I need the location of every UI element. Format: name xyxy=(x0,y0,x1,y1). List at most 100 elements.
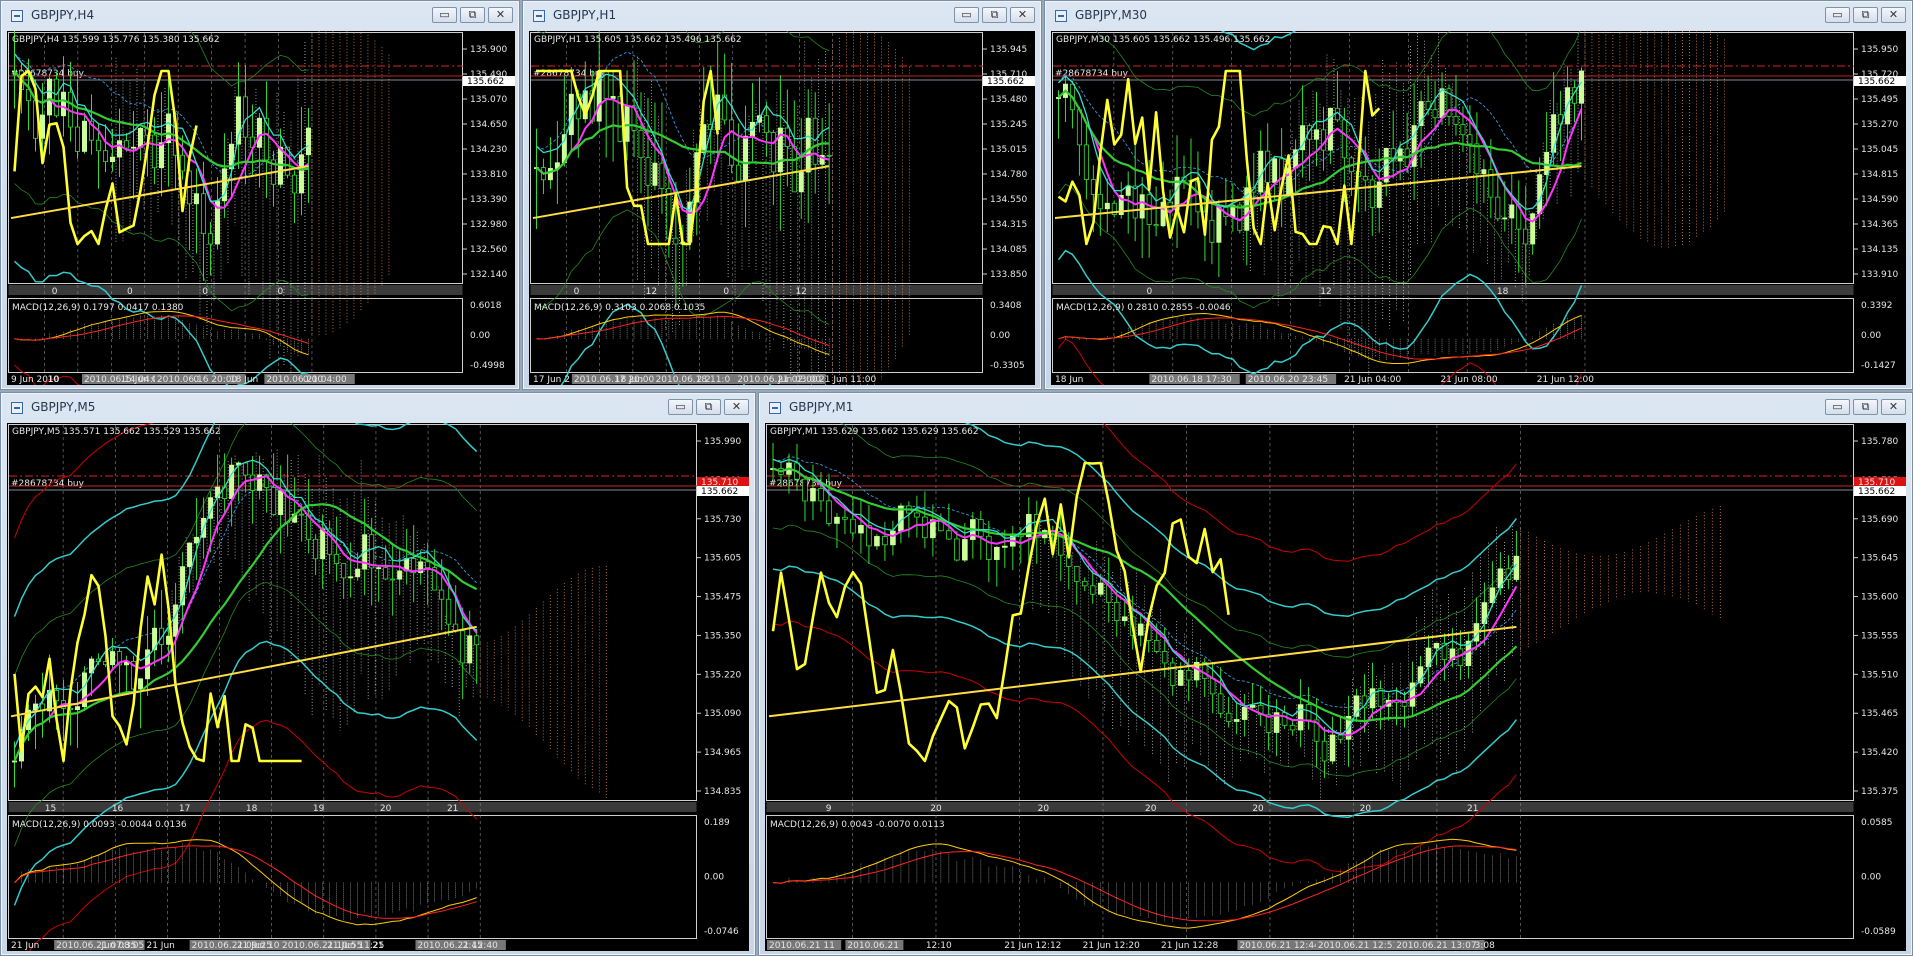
time-axis-label: 3:08 xyxy=(1475,941,1495,951)
candle-body xyxy=(60,91,66,117)
chart-area[interactable]: 135.950 135.720 135.495 135.270 135.045 134.8… xyxy=(1051,31,1906,385)
title-bar[interactable]: GBPJPY,M5 ▭ ⧉ ✕ xyxy=(1,393,755,423)
candle-body xyxy=(348,576,354,579)
candle-body xyxy=(243,462,249,476)
candle-body xyxy=(1169,662,1176,686)
candle-body xyxy=(1137,623,1144,636)
candle-body xyxy=(568,93,574,136)
candle-body xyxy=(826,154,832,157)
candle-body xyxy=(1460,124,1466,136)
candle-body xyxy=(1474,143,1480,175)
price-tick-label: 134.780 xyxy=(990,170,1027,180)
chart-window-m30[interactable]: GBPJPY,M30 ▭ ⧉ ✕ 135.950 135.720 135.495 13… xyxy=(1044,0,1913,390)
chart-area[interactable]: 135.780135.735135.690135.645135.600135.5… xyxy=(765,423,1906,951)
candle-body xyxy=(1321,740,1328,762)
candle-body xyxy=(802,478,808,502)
date-tick-label: 9 xyxy=(826,804,832,814)
price-tick-label: 135.070 xyxy=(470,95,507,105)
price-tick-label: 135.950 xyxy=(1861,45,1898,55)
time-axis-label: 2010.06.21 12:40 xyxy=(417,941,498,951)
date-tick-label: 20 xyxy=(930,804,942,814)
candle-body xyxy=(278,490,284,516)
candle-body xyxy=(390,578,396,581)
price-tick-label: 134.590 xyxy=(1861,195,1898,205)
minimize-button[interactable]: ▭ xyxy=(432,7,457,23)
title-bar[interactable]: GBPJPY,H1 ▭ ⧉ ✕ xyxy=(523,1,1041,31)
close-button[interactable]: ✕ xyxy=(1881,7,1906,23)
candle-body xyxy=(341,563,347,579)
close-button[interactable]: ✕ xyxy=(1010,7,1035,23)
macd-label: MACD(12,26,9) 0.3103 0.2068 0.1035 xyxy=(534,303,705,313)
restore-button[interactable]: ⧉ xyxy=(1853,399,1878,415)
restore-button[interactable]: ⧉ xyxy=(696,399,721,415)
candle-body xyxy=(1104,202,1110,210)
chart-area[interactable]: 135.990135.860135.730135.605135.475135.3… xyxy=(7,423,749,951)
minimize-button[interactable]: ▭ xyxy=(1825,399,1850,415)
macd-tick-label: -0.1427 xyxy=(1861,361,1896,371)
candle-body xyxy=(320,528,326,560)
time-axis-label: 0:00 xyxy=(303,375,323,385)
trend-line xyxy=(532,165,830,220)
candle-body xyxy=(116,140,122,158)
candle-body xyxy=(242,96,248,138)
candle-body xyxy=(652,162,658,186)
chart-window-h4[interactable]: GBPJPY,H4 ▭ ⧉ ✕ 135.900 135.490 135.070 134… xyxy=(0,0,520,390)
title-bar[interactable]: GBPJPY,M1 ▭ ⧉ ✕ xyxy=(759,393,1912,423)
close-button[interactable]: ✕ xyxy=(724,399,749,415)
restore-button[interactable]: ⧉ xyxy=(1853,7,1878,23)
price-tick-label: 135.220 xyxy=(704,670,741,680)
chart-area[interactable]: 135.900 135.490 135.070 134.650 134.230 133.8… xyxy=(7,31,515,385)
candle-body xyxy=(1185,670,1192,681)
minimize-button[interactable]: ▭ xyxy=(954,7,979,23)
macd-label: MACD(12,26,9) 0.2810 0.2855 -0.0046 xyxy=(1056,303,1231,313)
close-button[interactable]: ✕ xyxy=(488,7,513,23)
candle-body xyxy=(110,651,116,666)
price-tick-label: 134.085 xyxy=(990,245,1027,255)
chart-window-m1[interactable]: GBPJPY,M1 ▭ ⧉ ✕ 135.780135.735135.690135… xyxy=(758,392,1913,956)
close-button[interactable]: ✕ xyxy=(1881,399,1906,415)
candle-body xyxy=(1258,150,1264,193)
title-bar[interactable]: GBPJPY,H4 ▭ ⧉ ✕ xyxy=(1,1,519,31)
macd-main-line xyxy=(1058,312,1582,364)
candle-body xyxy=(1272,158,1278,183)
candle-body xyxy=(1097,582,1104,595)
time-axis-label: 21 Jun 11:00 xyxy=(819,375,876,385)
time-axis-label: 21 Jun xyxy=(146,941,174,951)
title-bar[interactable]: GBPJPY,M30 ▭ ⧉ ✕ xyxy=(1045,1,1912,31)
restore-button[interactable]: ⧉ xyxy=(460,7,485,23)
candle-body xyxy=(1551,114,1557,153)
price-tick-label: 135.495 xyxy=(1861,95,1898,105)
chart-window-h1[interactable]: GBPJPY,H1 ▭ ⧉ ✕ 135.945 135.710 135.480 135… xyxy=(522,0,1042,390)
envelope-lower xyxy=(28,719,478,951)
candle-body xyxy=(882,536,888,546)
time-axis-label: 21 xyxy=(372,941,383,951)
candle-body xyxy=(383,567,389,580)
chart-canvas: 135.950135.720135.495135.270135.045134.8… xyxy=(1052,31,1906,385)
candle-body xyxy=(1125,185,1131,196)
candle-body xyxy=(1055,97,1061,99)
time-axis-label: 21 Jun 08:00 xyxy=(1440,375,1497,385)
chart-area[interactable]: 135.945 135.710 135.480 135.245 135.015 134.7… xyxy=(529,31,1035,385)
candle-body xyxy=(1362,176,1368,181)
candle-body xyxy=(1249,704,1256,708)
symbol-info-text: GBPJPY,M1 135.629 135.662 135.629 135.66… xyxy=(770,427,979,437)
price-tick-label: 135.350 xyxy=(704,631,741,641)
date-tick-label: 12 xyxy=(795,287,806,297)
price-tick-label: 135.945 xyxy=(990,45,1027,55)
chart-window-m5[interactable]: GBPJPY,M5 ▭ ⧉ ✕ 135.990135.860135.730135… xyxy=(0,392,756,956)
candle-body xyxy=(1281,712,1288,726)
price-tick-label: 134.965 xyxy=(704,748,741,758)
restore-button[interactable]: ⧉ xyxy=(982,7,1007,23)
zigzag-line xyxy=(771,461,1230,763)
chart-canvas: 135.990135.860135.730135.605135.475135.3… xyxy=(8,423,749,951)
chart-window-icon xyxy=(1055,10,1067,22)
candle-body xyxy=(1401,702,1408,707)
candle-body xyxy=(81,120,87,152)
candle-body xyxy=(158,142,164,169)
price-tick-label: 135.480 xyxy=(990,95,1027,105)
candle-body xyxy=(610,95,616,99)
candle-body xyxy=(1073,566,1080,582)
candle-body xyxy=(1177,670,1184,686)
minimize-button[interactable]: ▭ xyxy=(668,399,693,415)
minimize-button[interactable]: ▭ xyxy=(1825,7,1850,23)
